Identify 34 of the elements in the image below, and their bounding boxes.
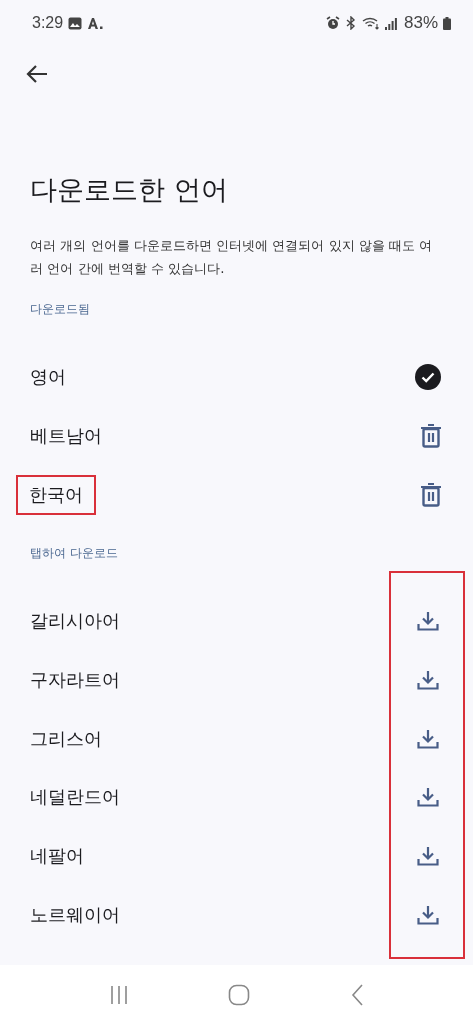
language-name[interactable]: 노르웨이어 — [30, 902, 120, 927]
status-time: 3:29 — [32, 14, 64, 32]
signal-icon — [384, 16, 397, 30]
back-nav-icon[interactable] — [350, 983, 363, 1006]
recent-apps-icon[interactable] — [110, 984, 129, 1005]
battery-icon — [443, 16, 451, 30]
font-icon — [87, 16, 106, 30]
language-name[interactable]: 영어 — [30, 365, 66, 390]
alarm-icon — [325, 16, 340, 30]
page-title: 다운로드한 언어 — [30, 173, 229, 207]
section-heading: 다운로드됨 — [30, 301, 91, 318]
download-icon[interactable] — [417, 787, 439, 808]
language-name[interactable]: 베트남어 — [30, 424, 102, 449]
gallery-icon — [68, 16, 83, 30]
download-icon[interactable] — [417, 611, 439, 632]
description-text: 여러 개의 언어를 다운로드하면 인터넷에 연결되어 있지 않을 때도 여러 언어 간에 번역할 수 있습니다. — [30, 237, 434, 278]
section-heading: 탭하여 다운로드 — [30, 545, 119, 563]
wifi-icon — [361, 16, 380, 30]
bluetooth-icon — [344, 16, 357, 30]
language-name[interactable]: 구자라트어 — [30, 668, 120, 693]
home-icon[interactable] — [228, 983, 251, 1006]
language-name[interactable]: 한국어 — [18, 476, 94, 513]
language-name[interactable]: 갈리시아어 — [30, 609, 120, 634]
trash-icon[interactable] — [421, 482, 441, 507]
language-name[interactable]: 네팔어 — [30, 844, 84, 869]
check-icon — [415, 364, 441, 391]
download-icon[interactable] — [417, 728, 439, 749]
battery-percentage: 83% — [403, 13, 438, 33]
language-name[interactable]: 네덜란드어 — [30, 785, 120, 810]
trash-icon[interactable] — [421, 424, 441, 449]
download-icon[interactable] — [417, 670, 439, 691]
download-icon[interactable] — [417, 846, 439, 867]
language-name[interactable]: 그리스어 — [30, 726, 102, 751]
download-icon[interactable] — [417, 904, 439, 925]
